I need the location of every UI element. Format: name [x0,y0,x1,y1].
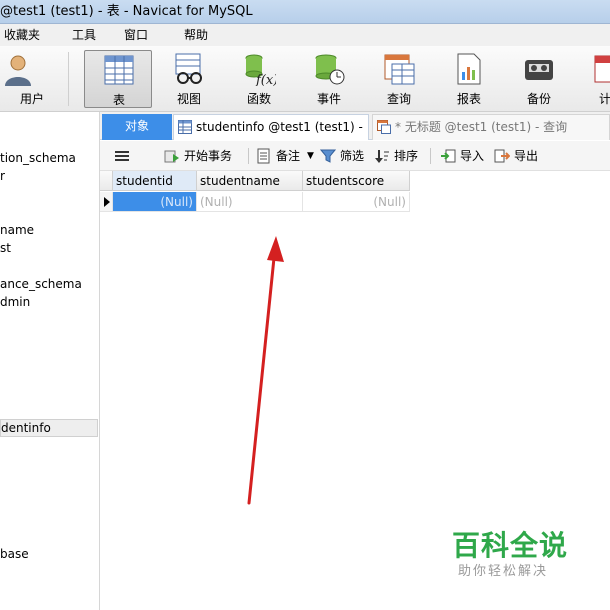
import-label: 导入 [460,149,485,163]
toolbar-query-label: 查询 [386,92,411,106]
watermark-subtitle: 助你轻松解决 [458,564,549,579]
menu-window[interactable]: 窗口 [106,24,158,46]
memo-icon [257,148,270,164]
column-header-studentname[interactable]: studentname [197,171,303,191]
filter-button[interactable]: 筛选 [320,141,370,171]
grid-corner-header [100,171,113,191]
cell-studentid[interactable]: (Null) [113,192,197,212]
memo-button[interactable]: 备注 [256,141,314,171]
toolbar-user-button[interactable]: 用户 [0,50,52,108]
tree-item-admin[interactable]: dmin [0,294,30,310]
tree-item-information-schema[interactable]: tion_schema [0,150,76,166]
sort-icon [375,150,389,163]
filter-icon [320,149,336,163]
toolbar-view-label: 视图 [176,92,201,106]
table-icon [104,55,134,85]
export-button[interactable]: 导出 [494,141,544,171]
tab-studentinfo-label: studentinfo @test1 (test1) - ... [196,120,369,134]
table-action-bar: 开始事务 备注 ▼ 筛选 排序 导入 导出 [100,141,610,171]
backup-icon [525,60,553,80]
begin-transaction-button[interactable]: 开始事务 [164,141,244,171]
tree-item-base[interactable]: base [0,546,29,562]
column-header-studentscore[interactable]: studentscore [303,171,410,191]
toolbar-backup-button[interactable]: 备份 [505,50,573,108]
begin-transaction-icon [164,150,179,163]
toolbar-query-button[interactable]: 查询 [365,50,433,108]
toolbar-report-label: 报表 [456,92,481,106]
toolbar-backup-label: 备份 [526,92,551,106]
tree-item-studentinfo[interactable]: dentinfo [0,419,98,437]
view-icon [175,53,202,84]
sort-button[interactable]: 排序 [374,141,424,171]
menu-help[interactable]: 帮助 [158,24,218,46]
tree-item-st[interactable]: st [0,240,11,256]
svg-text:f(x): f(x) [255,73,276,86]
toolbar-schedule-label: 计 [598,92,610,106]
action-separator [248,148,249,164]
toolbar-function-button[interactable]: f(x) 函数 [225,50,293,108]
schedule-icon [594,55,610,83]
sort-label: 排序 [394,149,419,163]
toolbar-report-button[interactable]: 报表 [435,50,503,108]
function-icon: f(x) [245,54,276,86]
window-title-bar: @test1 (test1) - 表 - Navicat for MySQL [0,0,610,24]
main-toolbar: 用户 表 视图 f(x) [0,46,610,112]
action-separator [430,148,431,164]
menu-hamburger-button[interactable] [114,141,134,171]
toolbar-schedule-button[interactable]: 计 [575,50,610,108]
memo-label: 备注 [276,149,301,163]
tab-untitled-query[interactable]: * 无标题 @test1 (test1) - 查询 [372,114,610,140]
event-icon [315,54,345,85]
tree-item-name[interactable]: name [0,222,34,238]
toolbar-user-label: 用户 [19,92,44,106]
toolbar-separator [68,52,69,106]
object-tree-sidebar[interactable]: tion_schema r name st ance_schema dmin d… [0,112,100,610]
toolbar-table-label: 表 [112,93,125,107]
tab-bar: 对象 studentinfo @test1 (test1) - ... * 无标… [100,112,610,140]
column-header-studentid[interactable]: studentid [113,171,197,191]
user-icon [5,55,31,86]
report-icon [457,53,481,85]
memo-dropdown-chevron-icon[interactable]: ▼ [307,141,317,171]
tab-studentinfo[interactable]: studentinfo @test1 (test1) - ... [173,114,369,140]
watermark-title: 百科全说 [452,529,569,562]
hamburger-menu-icon [115,151,129,161]
tab-untitled-query-label: * 无标题 @test1 (test1) - 查询 [395,120,568,134]
cell-studentname[interactable]: (Null) [197,192,303,212]
tree-item-r[interactable]: r [0,168,5,184]
query-icon [384,54,415,85]
toolbar-table-button[interactable]: 表 [84,50,152,108]
filter-label: 筛选 [340,149,365,163]
tree-item-performance-schema[interactable]: ance_schema [0,276,82,292]
import-button[interactable]: 导入 [440,141,490,171]
query-icon [377,120,391,134]
row-indicator[interactable] [100,192,113,212]
menu-favorites[interactable]: 收藏夹 [0,24,50,46]
export-label: 导出 [514,149,539,163]
cell-studentscore[interactable]: (Null) [303,192,410,212]
toolbar-event-button[interactable]: 事件 [295,50,363,108]
toolbar-view-button[interactable]: 视图 [155,50,223,108]
import-icon [441,149,456,163]
begin-transaction-label: 开始事务 [184,149,233,163]
tab-objects-label: 对象 [124,119,149,133]
menu-bar: 收藏夹 工具 窗口 帮助 [0,24,610,46]
current-row-arrow-icon [104,197,110,207]
toolbar-function-label: 函数 [246,92,271,106]
table-icon [178,120,192,134]
window-title: @test1 (test1) - 表 - Navicat for MySQL [0,4,253,19]
toolbar-event-label: 事件 [316,92,341,106]
menu-tools[interactable]: 工具 [50,24,106,46]
export-icon [494,149,510,163]
tab-objects[interactable]: 对象 [102,114,172,140]
